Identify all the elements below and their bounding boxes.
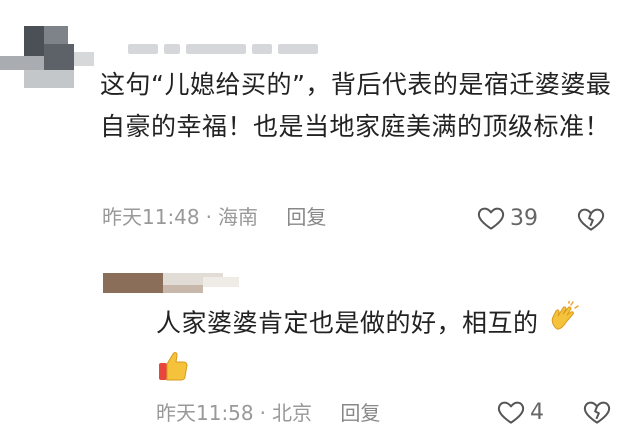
reply-username-blurred[interactable]	[103, 273, 243, 295]
heart-icon	[497, 401, 525, 424]
broken-heart-icon	[577, 208, 605, 231]
comment-location: 海南	[218, 205, 258, 229]
broken-heart-icon	[583, 401, 611, 424]
comment-meta: 昨天11:48 · 海南 回复	[102, 201, 326, 230]
thumbs-up-icon	[156, 348, 190, 397]
reply-meta: 昨天11:58 · 北京 回复	[156, 397, 380, 426]
reply-location: 北京	[272, 401, 312, 425]
username-blurred[interactable]	[128, 40, 318, 58]
meta-separator: ·	[259, 401, 266, 425]
heart-icon	[477, 207, 505, 230]
like-count: 39	[510, 205, 538, 231]
comment-time: 昨天11:48	[102, 205, 200, 229]
reply-comment: 人家婆婆肯定也是做的好，相互的	[156, 300, 616, 397]
reply-button[interactable]: 回复	[286, 205, 326, 229]
reply-like-count: 4	[530, 399, 544, 425]
like-button[interactable]: 39	[476, 203, 538, 233]
meta-separator: ·	[205, 205, 212, 229]
reply-time: 昨天11:58	[156, 401, 254, 425]
reply-like-button[interactable]: 4	[496, 397, 544, 427]
clapping-hands-icon	[547, 300, 581, 348]
dislike-button[interactable]	[576, 204, 606, 234]
reply-dislike-button[interactable]	[582, 397, 612, 427]
reply-reply-button[interactable]: 回复	[340, 401, 380, 425]
avatar[interactable]	[0, 22, 100, 100]
reply-text: 人家婆婆肯定也是做的好，相互的	[156, 308, 539, 338]
comment-text: 这句“儿媳给买的”，背后代表的是宿迁婆婆最自豪的幸福！也是当地家庭美满的顶级标准…	[100, 70, 612, 141]
